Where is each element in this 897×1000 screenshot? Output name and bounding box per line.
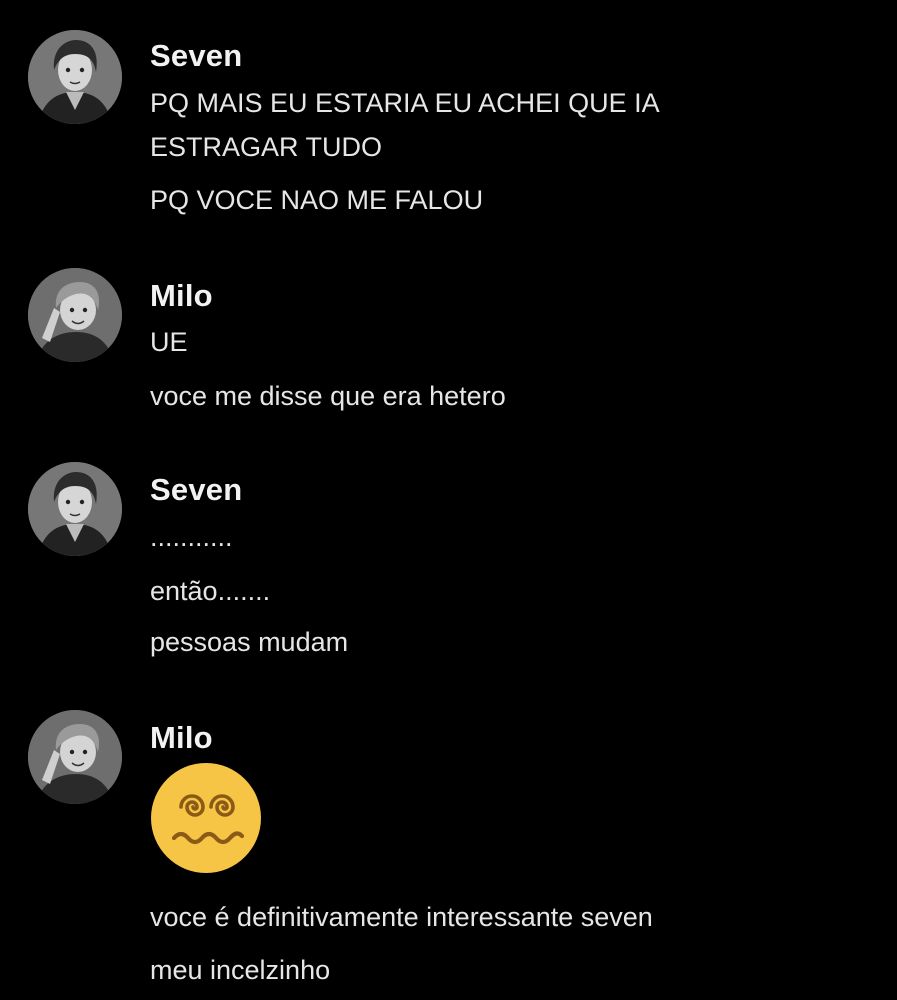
author-name[interactable]: Milo — [150, 720, 213, 756]
avatar-milo-image — [28, 710, 122, 804]
message-text: meu incelzinho — [150, 955, 331, 985]
author-name[interactable]: Seven — [150, 472, 242, 508]
avatar-seven-image — [28, 462, 122, 556]
message-text: voce é definitivamente interessante seve… — [150, 902, 653, 932]
message-text: voce me disse que era hetero — [150, 381, 506, 411]
message-text: PQ VOCE NAO ME FALOU — [150, 185, 484, 215]
message-text: UE — [150, 327, 188, 357]
author-name[interactable]: Seven — [150, 38, 242, 74]
message-text: PQ MAIS EU ESTARIA EU ACHEI QUE IA — [150, 88, 660, 118]
message-text: ........... — [150, 522, 233, 552]
message-text: então....... — [150, 576, 271, 606]
avatar-milo-image — [28, 268, 122, 362]
avatar-seven[interactable] — [28, 30, 122, 124]
message-text: ESTRAGAR TUDO — [150, 132, 383, 162]
message-text: pessoas mudam — [150, 627, 349, 657]
face-with-spiral-eyes-woozy-icon — [150, 762, 262, 874]
avatar-milo[interactable] — [28, 268, 122, 362]
avatar-seven-image — [28, 30, 122, 124]
author-name[interactable]: Milo — [150, 278, 213, 314]
avatar-seven[interactable] — [28, 462, 122, 556]
avatar-milo[interactable] — [28, 710, 122, 804]
